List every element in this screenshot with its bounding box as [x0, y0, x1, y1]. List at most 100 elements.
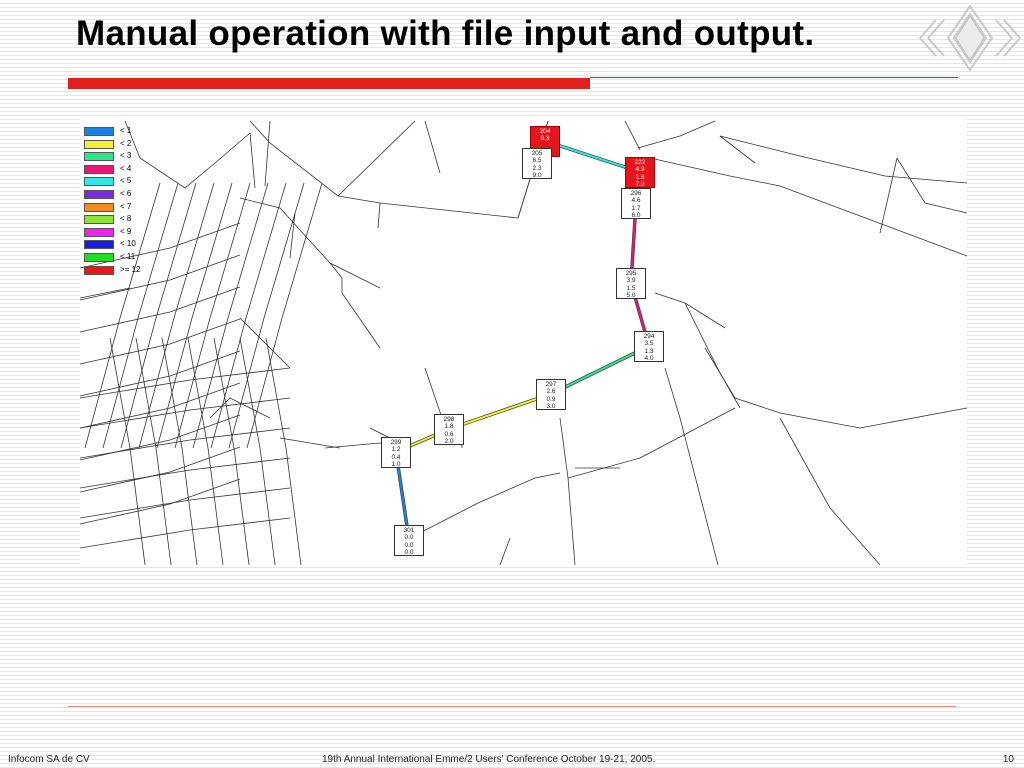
road-segment	[704, 347, 967, 429]
node-value: 3.5	[644, 340, 654, 348]
legend-label: < 6	[120, 188, 132, 198]
node-value: 1.2	[391, 446, 401, 454]
legend-item: < 3	[84, 151, 204, 164]
road-segment	[161, 337, 198, 565]
node-value: 1.7	[631, 204, 641, 212]
node-value: 0.6	[444, 430, 454, 438]
legend-item: < 8	[84, 214, 204, 227]
road-segment	[210, 182, 287, 449]
legend-item: < 4	[84, 164, 204, 177]
road-segment	[329, 262, 343, 293]
node-value: 1.8	[635, 173, 645, 181]
road-segment	[649, 157, 967, 257]
road-segment	[187, 337, 224, 565]
node-value: 4.0	[644, 354, 654, 362]
road-segment	[80, 517, 291, 549]
legend-swatch	[84, 189, 114, 199]
road-segment	[654, 292, 726, 329]
node-value: 3.0	[546, 402, 556, 410]
legend-item: < 7	[84, 202, 204, 215]
legend-item: >= 12	[84, 265, 204, 278]
road-segment	[409, 472, 561, 539]
road-segment	[424, 120, 441, 174]
road-segment	[559, 417, 576, 565]
road-segment	[80, 318, 241, 365]
road-segment	[80, 478, 241, 525]
road-segment	[80, 350, 241, 397]
legend-item: < 2	[84, 139, 204, 152]
node-value: 1.8	[444, 423, 454, 431]
road-network-map	[80, 120, 967, 565]
node-value: 1.5	[626, 284, 636, 292]
road-segment	[377, 202, 381, 229]
legend-swatch	[84, 177, 114, 187]
node-value: 5.0	[626, 291, 636, 299]
node-value: 296	[630, 190, 642, 197]
node-value: 0.4	[391, 453, 401, 461]
node-label-205: 205 6.5 2.3 9.0	[522, 148, 552, 179]
road-segment	[279, 437, 341, 449]
node-value: 1.0	[391, 460, 401, 468]
road-segment	[664, 367, 719, 565]
legend-label: < 9	[120, 226, 132, 236]
legend-swatch	[84, 202, 114, 212]
node-value: 0.0	[404, 548, 414, 556]
road-segment	[80, 382, 241, 429]
road-segment	[639, 407, 736, 459]
legend-item: < 1	[84, 126, 204, 139]
legend-label: < 7	[120, 201, 132, 211]
road-segment	[80, 367, 291, 399]
legend-label: < 5	[120, 176, 132, 186]
legend-label: < 10	[120, 239, 136, 249]
title-underline-thin	[590, 77, 958, 78]
node-value: 4.6	[631, 197, 641, 205]
legend-item: < 6	[84, 189, 204, 202]
volume-legend: < 1 < 2 < 3 < 4 < 5 < 6 < 7 < 8 < 9 < 10 < 11 >= 12	[84, 126, 204, 277]
node-value: 4.9	[635, 166, 645, 174]
node-label-297: 297 2.6 0.9 3.0	[536, 379, 566, 410]
node-value: 301	[403, 527, 415, 534]
legend-label: < 3	[120, 151, 132, 161]
node-value: 0.0	[404, 541, 414, 549]
node-value: 2.0	[444, 437, 454, 445]
node-label-222: 222 4.9 1.8 7.0	[625, 157, 655, 188]
node-value: 7.0	[635, 180, 645, 188]
node-value: 205	[531, 150, 543, 157]
legend-swatch	[84, 139, 114, 149]
road-segment	[239, 197, 381, 289]
legend-swatch	[84, 127, 114, 136]
node-label-296: 296 4.6 1.7 6.0	[621, 188, 651, 219]
road-segment	[341, 292, 381, 349]
road-segment	[896, 157, 967, 214]
node-label-294: 294 3.5 1.3 4.0	[634, 331, 664, 362]
slide-title: Manual operation with file input and out…	[76, 14, 815, 53]
title-underline-bar	[68, 78, 590, 89]
footer-organization: Infocom SA de CV	[8, 754, 90, 765]
node-value: 2.6	[546, 388, 556, 396]
node-value: 2.3	[532, 164, 542, 172]
road-segment	[264, 120, 271, 187]
legend-swatch	[84, 215, 114, 225]
road-segment	[719, 135, 967, 184]
node-value: 297	[545, 381, 557, 388]
road-segment	[624, 120, 641, 151]
road-segment	[80, 286, 241, 333]
road-segment	[249, 132, 256, 189]
legend-label: < 2	[120, 138, 132, 148]
node-label-295: 295 3.9 1.5 5.0	[616, 268, 646, 299]
footer-conference: 19th Annual International Emme/2 Users' …	[322, 754, 656, 765]
node-value: 9.0	[532, 171, 542, 179]
node-value: 0.0	[404, 534, 414, 542]
node-value: 0.9	[546, 395, 556, 403]
node-value: 8.3	[540, 135, 550, 143]
node-value: 6.5	[532, 157, 542, 165]
legend-item: < 5	[84, 176, 204, 189]
node-value: 1.3	[644, 347, 654, 355]
legend-label: < 11	[120, 251, 136, 261]
footer-rule	[68, 706, 956, 707]
road-segment	[265, 337, 302, 565]
legend-item: < 9	[84, 227, 204, 240]
node-label-299: 299 1.2 0.4 1.0	[381, 437, 411, 468]
road-segment	[779, 417, 881, 565]
legend-label: >= 12	[120, 264, 141, 274]
